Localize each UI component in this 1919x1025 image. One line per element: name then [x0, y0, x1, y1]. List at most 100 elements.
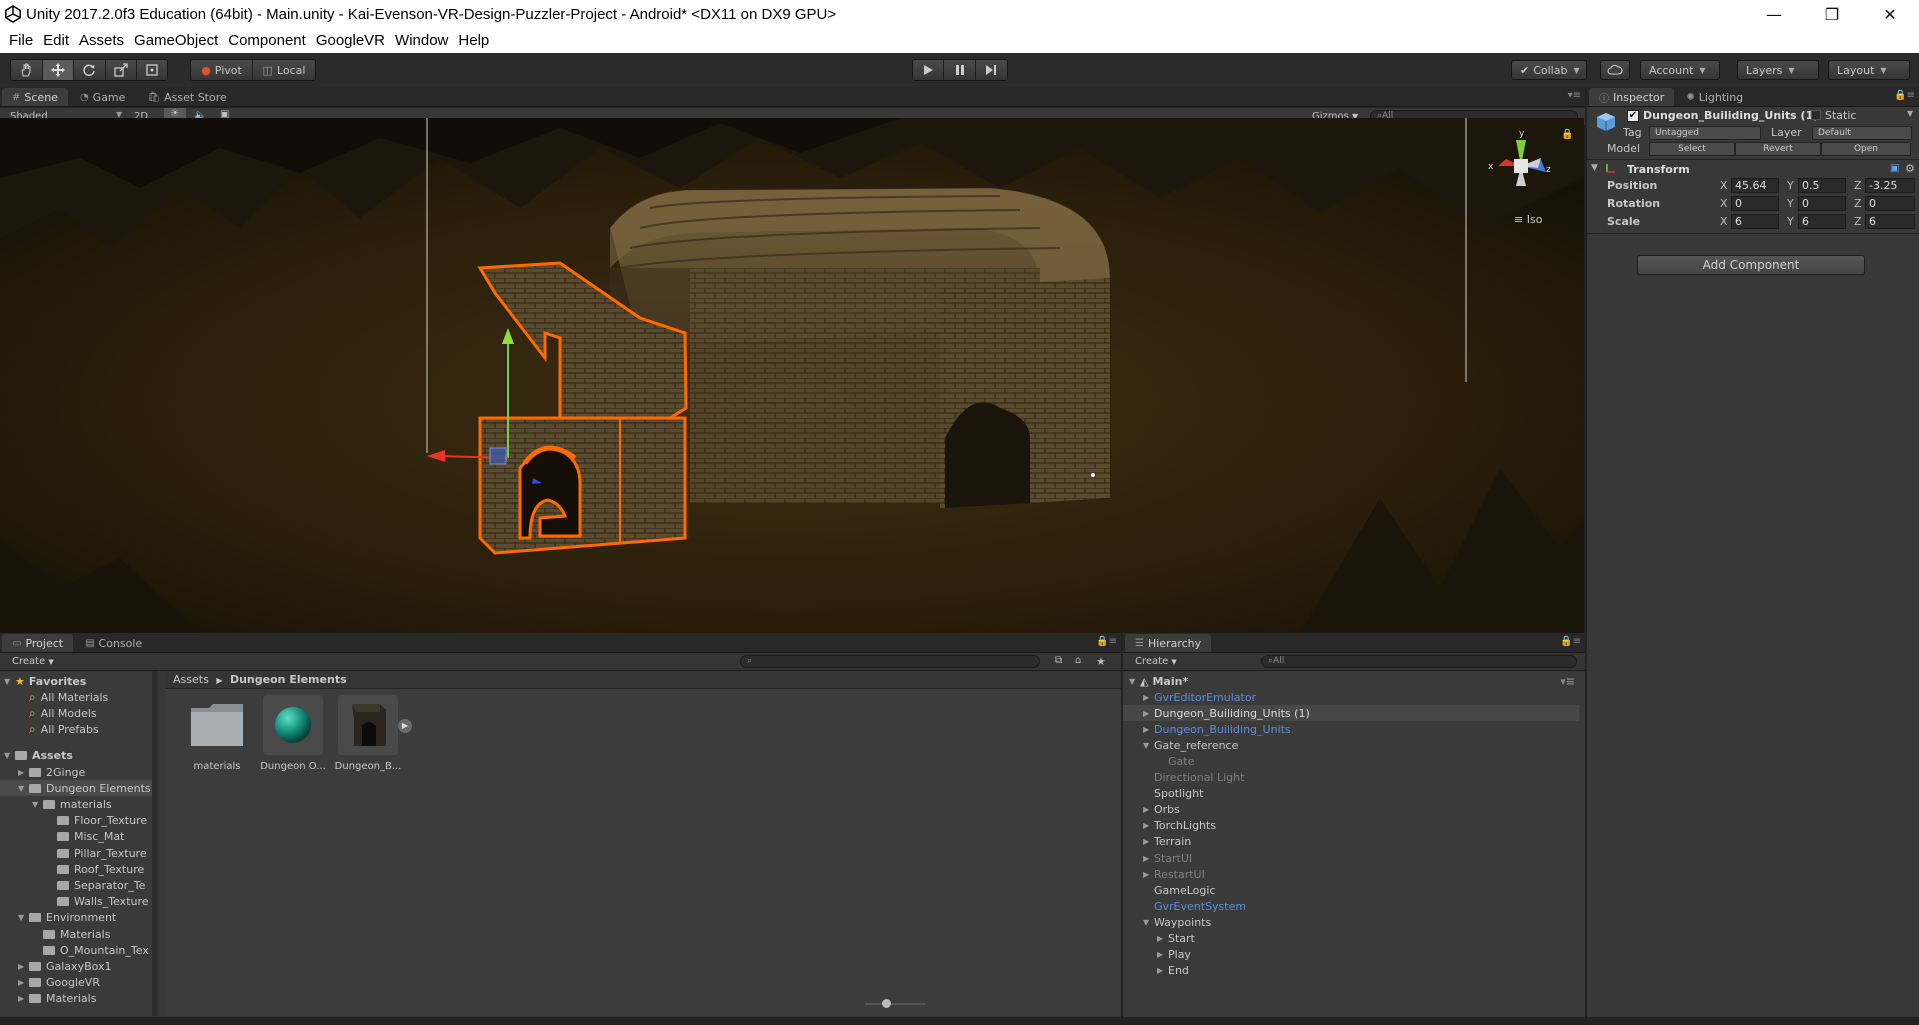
tree-item[interactable]: ▶ GoogleVR [0, 975, 152, 991]
tab-hierarchy[interactable]: ☰ Hierarchy [1125, 634, 1212, 652]
expand-arrow-icon[interactable]: ▶ [1143, 870, 1154, 879]
expand-arrow-icon[interactable]: ▶ [1157, 934, 1168, 943]
menu-file[interactable]: File [4, 32, 38, 49]
play-button[interactable] [913, 60, 945, 80]
collapse-arrow-icon[interactable]: ▼ [1143, 918, 1154, 927]
hierarchy-item[interactable]: Directional Light [1123, 770, 1579, 786]
hierarchy-item[interactable]: ▶ Orbs [1123, 802, 1579, 818]
move-tool-button[interactable] [42, 60, 75, 80]
tab-lighting[interactable]: ✺ Lighting [1676, 88, 1753, 106]
scale-z-field[interactable]: 6 [1865, 214, 1915, 229]
tree-item[interactable]: Misc_Mat [0, 829, 152, 845]
collapse-arrow-icon[interactable]: ▼ [4, 677, 15, 686]
collapse-arrow-icon[interactable]: ▼ [4, 751, 15, 760]
filter-by-label-icon[interactable]: ⌂ [1075, 655, 1081, 666]
expand-arrow-icon[interactable]: ▶ [1157, 966, 1168, 975]
project-create-dropdown[interactable]: Create ▼ [12, 656, 54, 667]
expand-arrow-icon[interactable]: ▶ [1143, 805, 1154, 814]
hierarchy-item[interactable]: ▶ Terrain [1123, 834, 1579, 850]
hierarchy-item[interactable]: GameLogic [1123, 882, 1579, 898]
position-z-field[interactable]: -3.25 [1865, 178, 1915, 193]
scale-x-field[interactable]: 6 [1731, 214, 1779, 229]
expand-arrow-icon[interactable]: ▶ [18, 768, 29, 777]
project-search-input[interactable]: ⌕ [740, 655, 1040, 668]
expand-arrow-icon[interactable]: ▶ [1157, 950, 1168, 959]
model-select-button[interactable]: Select [1649, 142, 1735, 156]
expand-arrow-icon[interactable]: ▶ [18, 962, 29, 971]
hierarchy-item[interactable]: ▶ TorchLights [1123, 818, 1579, 834]
add-component-button[interactable]: Add Component [1637, 255, 1865, 275]
tree-item[interactable]: Roof_Texture [0, 861, 152, 877]
tree-item[interactable]: O_Mountain_Tex [0, 942, 152, 958]
expand-arrow-icon[interactable]: ▶ [1143, 709, 1154, 718]
collapse-arrow-icon[interactable]: ▼ [1591, 163, 1598, 173]
layout-dropdown[interactable]: Layout ▼ [1828, 60, 1910, 80]
menu-component[interactable]: Component [223, 32, 311, 49]
orientation-gizmo[interactable]: y x z [1486, 126, 1556, 206]
collapse-arrow-icon[interactable]: ▼ [32, 800, 43, 809]
model-revert-button[interactable]: Revert [1735, 142, 1821, 156]
menu-assets[interactable]: Assets [74, 32, 129, 49]
hierarchy-item[interactable]: ▶ GvrEditorEmulator [1123, 689, 1579, 705]
filter-by-type-icon[interactable]: ⧉ [1055, 655, 1062, 666]
rect-tool-button[interactable] [137, 60, 167, 80]
tab-game[interactable]: ◔ Game [70, 88, 135, 106]
help-book-icon[interactable]: ▣ [1890, 163, 1899, 174]
position-x-field[interactable]: 45.64 [1731, 178, 1779, 193]
panel-menu-icon[interactable]: 🔒≡ [1560, 636, 1581, 647]
breadcrumb-dungeon-elements[interactable]: Dungeon Elements [230, 673, 347, 686]
hierarchy-item[interactable]: ▶ Dungeon_Builiding_Units (1) [1123, 705, 1579, 722]
hierarchy-search-input[interactable]: ⌕All [1261, 655, 1577, 668]
hierarchy-item[interactable]: ▶ Dungeon_Builiding_Units [1123, 721, 1579, 737]
tree-item[interactable]: ⌕ All Prefabs [0, 722, 152, 738]
tree-item[interactable]: Floor_Texture [0, 813, 152, 829]
expand-arrow-icon[interactable]: ▶ [1143, 854, 1154, 863]
expand-arrow-icon[interactable]: ▶ [398, 719, 412, 733]
caret-icon[interactable]: ▼ [1907, 109, 1913, 118]
menu-edit[interactable]: Edit [38, 32, 74, 49]
tree-item[interactable]: Pillar_Texture [0, 845, 152, 861]
tab-scene[interactable]: # Scene [2, 88, 68, 106]
expand-arrow-icon[interactable]: ▶ [18, 994, 29, 1003]
account-dropdown[interactable]: Account ▼ [1640, 60, 1720, 80]
close-button[interactable]: ✕ [1861, 0, 1919, 28]
menu-gameobject[interactable]: GameObject [129, 32, 223, 49]
favorite-star-icon[interactable]: ★ [1096, 655, 1106, 668]
pivot-toggle[interactable]: ● Pivot [191, 60, 254, 80]
tree-item[interactable]: ▶ 2Ginge [0, 764, 152, 780]
expand-arrow-icon[interactable]: ▶ [1143, 837, 1154, 846]
active-checkbox[interactable]: ✔ [1627, 110, 1639, 122]
static-checkbox[interactable] [1811, 110, 1821, 120]
tree-item[interactable]: Walls_Texture [0, 894, 152, 910]
expand-arrow-icon[interactable]: ▶ [18, 978, 29, 987]
hierarchy-item[interactable]: ▶ Play [1123, 947, 1579, 963]
scene-root-item[interactable]: ▼ ◭ Main* ▾≡ [1129, 673, 1579, 689]
panel-menu-icon[interactable]: ▾≡ [1560, 675, 1575, 688]
tab-inspector[interactable]: ⓘ Inspector [1589, 88, 1675, 106]
hierarchy-item[interactable]: ▶ Start [1123, 931, 1579, 947]
rotation-z-field[interactable]: 0 [1865, 196, 1915, 211]
asset-dungeon-material[interactable]: Dungeon O... [258, 695, 328, 772]
hierarchy-item[interactable]: ▶ StartUI [1123, 850, 1579, 866]
tree-item[interactable]: Materials [0, 926, 152, 942]
tree-item[interactable]: ▼ materials [0, 796, 152, 812]
tree-item[interactable]: ▼ Dungeon Elements [0, 780, 152, 797]
expand-arrow-icon[interactable]: ▼ [1129, 677, 1140, 686]
collapse-arrow-icon[interactable]: ▼ [1143, 741, 1154, 750]
tree-item[interactable]: Separator_Te [0, 877, 152, 893]
pause-button[interactable] [944, 60, 976, 80]
hierarchy-item[interactable]: ▶ End [1123, 963, 1579, 979]
tag-dropdown[interactable]: Untagged [1649, 126, 1761, 140]
tree-item[interactable]: ▼ ★ Favorites [0, 673, 152, 689]
scale-tool-button[interactable] [105, 60, 138, 80]
breadcrumb-assets[interactable]: Assets [173, 673, 209, 686]
thumbnail-size-slider[interactable] [865, 1003, 925, 1005]
tree-item[interactable]: ▶ Materials [0, 991, 152, 1007]
transform-title[interactable]: Transform [1627, 163, 1690, 176]
tree-item[interactable]: ▶ GalaxyBox1 [0, 958, 152, 974]
model-open-button[interactable]: Open [1821, 142, 1911, 156]
expand-arrow-icon[interactable]: ▶ [1143, 725, 1154, 734]
menu-help[interactable]: Help [453, 32, 494, 49]
expand-arrow-icon[interactable]: ▶ [1143, 821, 1154, 830]
cloud-button[interactable] [1600, 60, 1630, 80]
